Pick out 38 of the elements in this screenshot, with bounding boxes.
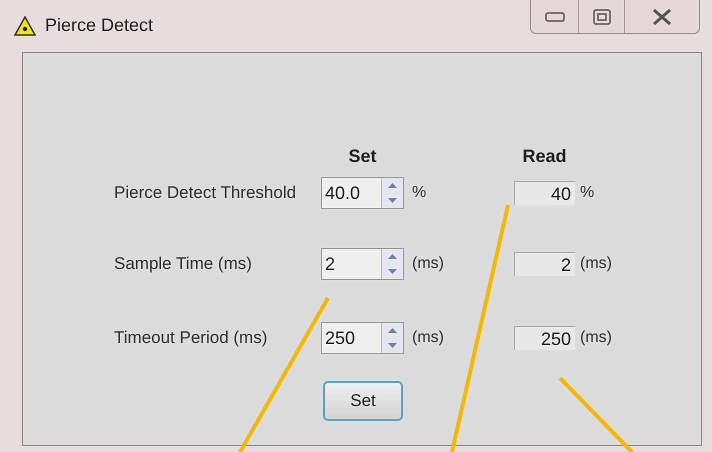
spin-value: 2 [324,253,336,276]
column-header: Read [522,144,566,168]
spin-up-button[interactable] [382,249,403,264]
maximize-icon [592,8,610,24]
unit-label: % [412,184,426,201]
read-field: 250 [514,326,575,350]
spin-down-button[interactable] [382,264,403,279]
unit-label: (ms) [580,255,612,272]
spin-up-button[interactable] [382,323,403,338]
field-label: Sample Time (ms) [114,254,252,273]
down-arrow-icon [388,198,397,203]
up-arrow-icon [388,254,397,259]
unit-label: % [580,184,594,201]
spin-up-button[interactable] [382,178,403,193]
spin-down-button[interactable] [382,338,403,353]
spin-box[interactable]: 2 [321,248,404,280]
down-arrow-icon [388,269,397,274]
close-icon [652,8,672,26]
up-arrow-icon [388,183,397,188]
minimize-icon [544,12,564,22]
window-title: Pierce Detect [45,14,154,37]
unit-label: (ms) [412,255,444,272]
down-arrow-icon [388,343,397,348]
unit-label: (ms) [580,329,612,346]
field-label: Timeout Period (ms) [114,328,268,347]
spin-box[interactable]: 40.0 [321,177,404,209]
read-field: 2 [514,252,575,276]
spin-value: 40.0 [324,182,362,205]
read-field: 40 [514,181,575,205]
set-button[interactable]: Set [323,381,403,421]
spin-box[interactable]: 250 [321,322,404,354]
unit-label: (ms) [412,329,444,346]
up-arrow-icon [388,328,397,333]
spin-value: 250 [324,327,356,350]
warning-icon [14,16,36,36]
field-label: Pierce Detect Threshold [114,183,296,202]
spin-down-button[interactable] [382,193,403,208]
column-header: Set [348,144,376,168]
